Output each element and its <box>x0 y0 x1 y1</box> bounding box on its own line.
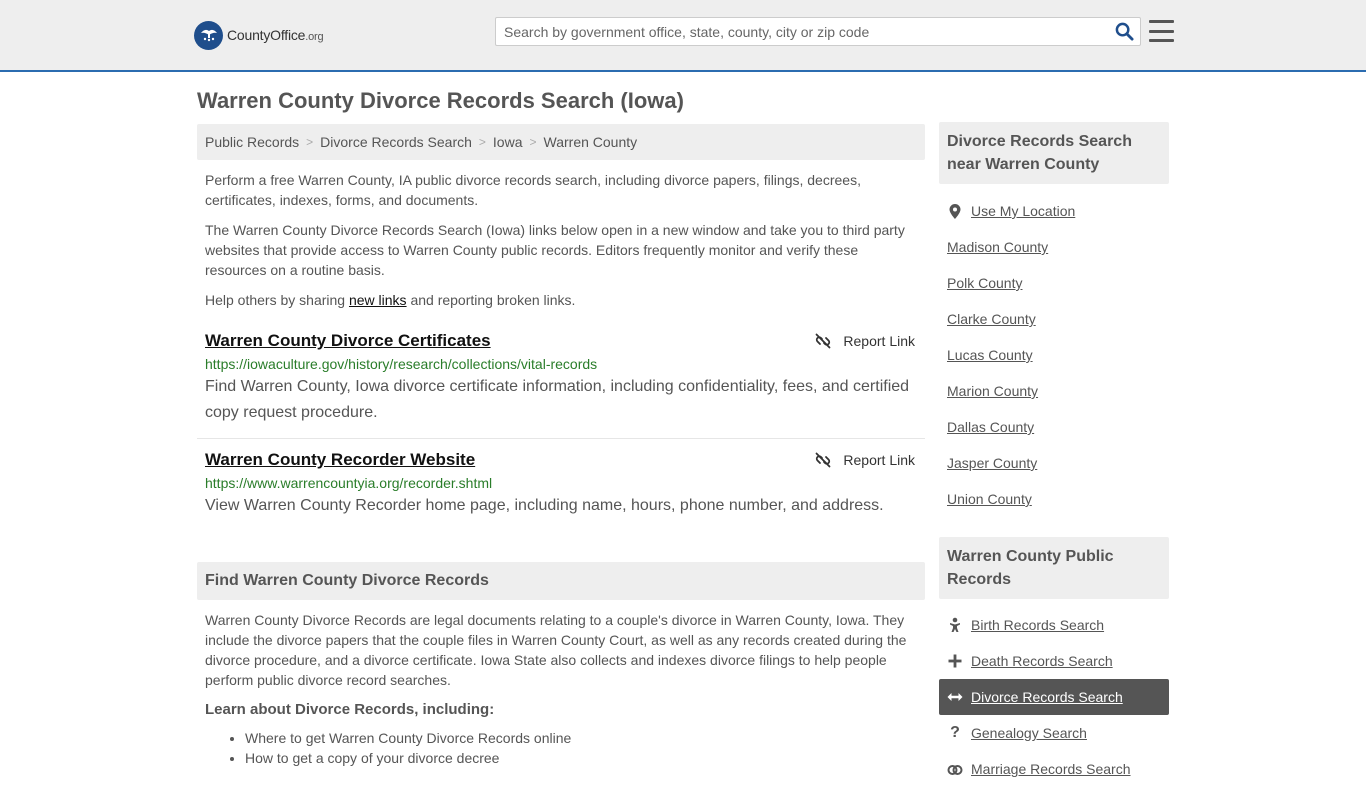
hamburger-menu-button[interactable] <box>1149 18 1175 44</box>
nearby-county-item[interactable]: Union County <box>939 481 1169 517</box>
breadcrumb-iowa[interactable]: Iowa <box>493 134 523 150</box>
breadcrumb-separator-icon: > <box>306 135 314 149</box>
baby-icon <box>947 617 963 633</box>
public-record-item-divorce[interactable]: Divorce Records Search <box>939 679 1169 715</box>
use-my-location-item[interactable]: Use My Location <box>939 193 1169 229</box>
search-box <box>495 17 1141 46</box>
rings-icon <box>947 762 963 776</box>
arrows-horizontal-icon <box>947 691 963 703</box>
site-logo[interactable]: CountyOffice.org <box>194 20 324 50</box>
nearby-county-link[interactable]: Clarke County <box>947 311 1036 327</box>
nearby-county-item[interactable]: Polk County <box>939 265 1169 301</box>
search-input[interactable] <box>496 18 1108 45</box>
learn-heading: Learn about Divorce Records, including: <box>205 701 495 718</box>
report-link-button[interactable]: Report Link <box>815 330 915 352</box>
nearby-list: Use My Location Madison County Polk Coun… <box>939 193 1169 517</box>
learn-list-item: Where to get Warren County Divorce Recor… <box>245 728 917 748</box>
intro-text: Perform a free Warren County, IA public … <box>197 170 925 310</box>
public-record-link[interactable]: Birth Records Search <box>971 617 1104 633</box>
intro-paragraph-3: Help others by sharing new links and rep… <box>205 292 576 308</box>
breadcrumb-divorce-records-search[interactable]: Divorce Records Search <box>320 134 472 150</box>
public-records-list: Birth Records Search Death Records Searc… <box>939 607 1169 787</box>
logo-text: CountyOffice.org <box>227 27 324 43</box>
learn-list-item: How to get a copy of your divorce decree <box>245 748 917 768</box>
search-button[interactable] <box>1108 18 1140 45</box>
nearby-county-item[interactable]: Dallas County <box>939 409 1169 445</box>
learn-list: Where to get Warren County Divorce Recor… <box>205 728 917 768</box>
report-link-button[interactable]: Report Link <box>815 449 915 471</box>
public-record-link[interactable]: Marriage Records Search <box>971 761 1131 777</box>
public-record-link[interactable]: Death Records Search <box>971 653 1113 669</box>
result-url[interactable]: https://iowaculture.gov/history/research… <box>205 354 917 374</box>
logo-seal-icon <box>194 20 223 50</box>
public-records-heading: Warren County Public Records <box>939 537 1169 599</box>
question-icon: ? <box>950 724 960 741</box>
map-pin-icon <box>947 203 963 219</box>
result-description: Find Warren County, Iowa divorce certifi… <box>205 378 910 421</box>
breadcrumb: Public Records > Divorce Records Search … <box>197 124 925 160</box>
public-record-link[interactable]: Genealogy Search <box>971 725 1087 741</box>
nearby-county-link[interactable]: Union County <box>947 491 1032 507</box>
public-record-item-marriage[interactable]: Marriage Records Search <box>939 751 1169 787</box>
result-item: Warren County Recorder Website Report Li… <box>197 449 925 519</box>
result-item: Warren County Divorce Certificates Repor… <box>197 330 925 439</box>
find-records-body: Warren County Divorce Records are legal … <box>197 610 925 768</box>
result-title-link[interactable]: Warren County Recorder Website <box>205 449 475 471</box>
public-record-item-death[interactable]: Death Records Search <box>939 643 1169 679</box>
main-content: Public Records > Divorce Records Search … <box>197 124 925 768</box>
nearby-county-link[interactable]: Marion County <box>947 383 1038 399</box>
nearby-county-link[interactable]: Lucas County <box>947 347 1033 363</box>
page-title: Warren County Divorce Records Search (Io… <box>197 88 684 113</box>
result-title-link[interactable]: Warren County Divorce Certificates <box>205 330 491 352</box>
public-record-item-birth[interactable]: Birth Records Search <box>939 607 1169 643</box>
nearby-county-item[interactable]: Madison County <box>939 229 1169 265</box>
nearby-heading: Divorce Records Search near Warren Count… <box>939 122 1169 184</box>
public-record-item-genealogy[interactable]: ? Genealogy Search <box>939 715 1169 751</box>
result-url[interactable]: https://www.warrencountyia.org/recorder.… <box>205 473 917 493</box>
nearby-county-item[interactable]: Marion County <box>939 373 1169 409</box>
broken-link-icon <box>816 452 831 468</box>
breadcrumb-public-records[interactable]: Public Records <box>205 134 299 150</box>
nearby-county-link[interactable]: Madison County <box>947 239 1048 255</box>
new-links-link[interactable]: new links <box>349 292 407 308</box>
plus-icon <box>947 654 963 668</box>
breadcrumb-warren-county[interactable]: Warren County <box>544 134 638 150</box>
site-header: CountyOffice.org <box>0 0 1366 72</box>
use-my-location-link[interactable]: Use My Location <box>971 203 1075 219</box>
find-records-heading: Find Warren County Divorce Records <box>197 562 925 600</box>
nearby-county-link[interactable]: Jasper County <box>947 455 1037 471</box>
broken-link-icon <box>816 333 831 349</box>
public-record-link[interactable]: Divorce Records Search <box>971 689 1123 705</box>
intro-paragraph-2: The Warren County Divorce Records Search… <box>205 222 905 278</box>
breadcrumb-separator-icon: > <box>478 135 486 149</box>
nearby-county-link[interactable]: Polk County <box>947 275 1022 291</box>
result-description: View Warren County Recorder home page, i… <box>205 497 884 514</box>
intro-paragraph-1: Perform a free Warren County, IA public … <box>205 172 861 208</box>
nearby-county-item[interactable]: Lucas County <box>939 337 1169 373</box>
sidebar: Divorce Records Search near Warren Count… <box>939 122 1169 787</box>
search-icon <box>1115 22 1134 41</box>
nearby-county-item[interactable]: Jasper County <box>939 445 1169 481</box>
breadcrumb-separator-icon: > <box>529 135 537 149</box>
find-records-paragraph: Warren County Divorce Records are legal … <box>205 612 907 688</box>
nearby-county-item[interactable]: Clarke County <box>939 301 1169 337</box>
nearby-county-link[interactable]: Dallas County <box>947 419 1034 435</box>
